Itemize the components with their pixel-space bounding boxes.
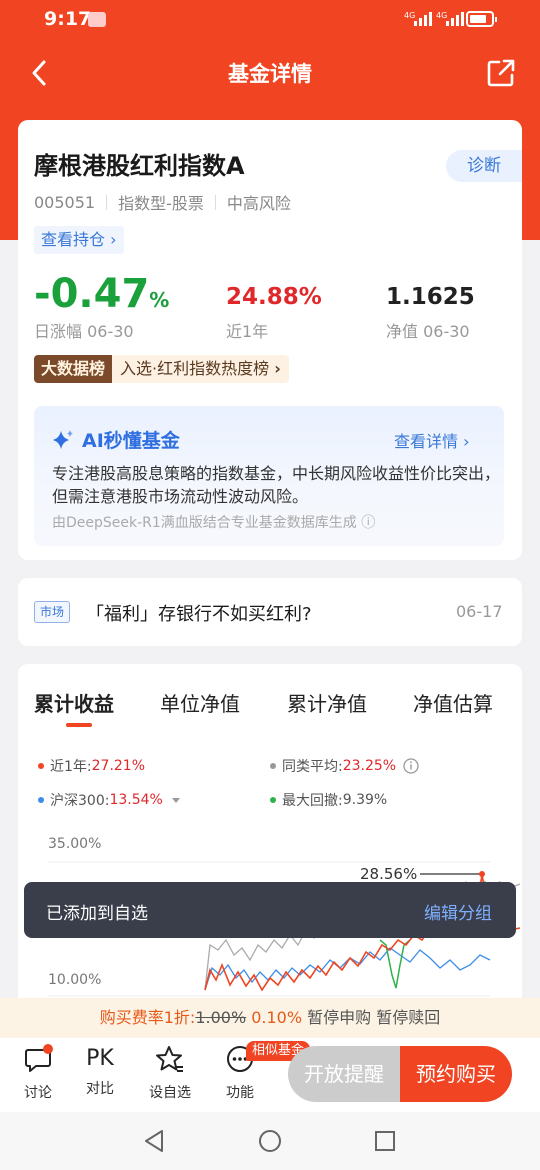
pk-icon: PK [86, 1046, 114, 1071]
home-circle-icon[interactable] [257, 1128, 283, 1154]
system-navigation-bar [0, 1112, 540, 1170]
fee-original: 1.00% [195, 1008, 247, 1027]
watchlist-label: 设自选 [149, 1085, 191, 1101]
fee-discounted: 0.10% [251, 1008, 303, 1027]
reserve-buy-button[interactable]: 预约购买 [400, 1046, 512, 1102]
star-icon [156, 1046, 183, 1072]
chat-bubble-icon [25, 1044, 53, 1072]
recents-square-icon[interactable] [373, 1129, 397, 1153]
discuss-button[interactable]: 讨论 [8, 1044, 68, 1102]
open-reminder-button[interactable]: 开放提醒 [288, 1046, 400, 1102]
fee-bar: 购买费率1折:1.00% 0.10% 暂停申购 暂停赎回 [0, 998, 540, 1038]
features-label: 功能 [226, 1085, 254, 1101]
compare-button[interactable]: PK 对比 [70, 1044, 130, 1098]
edit-group-button[interactable]: 编辑分组 [424, 899, 492, 924]
back-triangle-icon[interactable] [142, 1128, 166, 1154]
peak-value-label: 28.56% [360, 865, 417, 883]
toast-message: 已添加到自选 [46, 904, 148, 924]
toast: 已添加到自选 编辑分组 [24, 882, 516, 938]
fee-prefix: 购买费率1折: [99, 1008, 196, 1027]
return-chart[interactable]: 28.56% [0, 0, 540, 1000]
compare-label: 对比 [86, 1081, 114, 1097]
trade-status: 暂停申购 暂停赎回 [307, 1008, 441, 1027]
add-watchlist-button[interactable]: 设自选 [140, 1044, 200, 1102]
discuss-label: 讨论 [24, 1085, 52, 1101]
